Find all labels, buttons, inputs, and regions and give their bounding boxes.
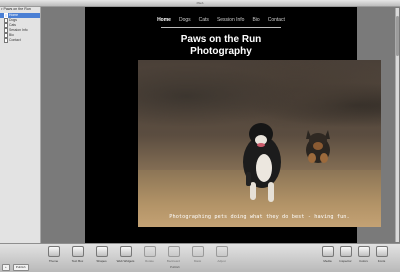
- page-icon: [4, 38, 8, 43]
- colors-button[interactable]: Colors: [356, 246, 371, 263]
- media-icon: [321, 246, 334, 257]
- page-title[interactable]: Paws on the Run Photography: [85, 34, 357, 58]
- inspector-icon: [339, 246, 352, 257]
- disclosure-triangle-icon[interactable]: ▾: [1, 7, 3, 12]
- tool-label: Inspector: [339, 259, 352, 263]
- mask-icon: [191, 246, 204, 257]
- shapes-icon: [95, 246, 108, 257]
- sidebar-item-label: Contact: [9, 38, 21, 42]
- tool-label: Colors: [359, 259, 368, 263]
- web-widgets-icon: [119, 246, 132, 257]
- tool-label: Adjust: [217, 259, 226, 263]
- title-line-2: Photography: [190, 46, 252, 57]
- status-text: Publish: [170, 265, 180, 269]
- editing-canvas[interactable]: Home Dogs Cats Session Info Bio Contact …: [41, 7, 400, 243]
- shapes-button[interactable]: Shapes: [93, 246, 110, 263]
- fonts-button[interactable]: Fonts: [374, 246, 389, 263]
- tool-label: Shapes: [96, 259, 107, 263]
- theme-button[interactable]: Theme: [45, 246, 62, 263]
- tool-label: Backward: [166, 259, 181, 263]
- scrollbar-thumb[interactable]: [396, 16, 399, 56]
- running-dog-small: [306, 130, 330, 163]
- window-titlebar: iWeb: [0, 0, 400, 7]
- toolbar-left-group: + Publish: [2, 264, 29, 271]
- tool-label: Rotate: [145, 259, 154, 263]
- nav-link-bio[interactable]: Bio: [251, 16, 260, 24]
- backward-button[interactable]: Backward: [165, 246, 182, 263]
- toolbar-tools: Theme Text Box Shapes Web Widgets Rotate…: [45, 246, 230, 263]
- site-name: Paws on the Run: [3, 7, 31, 11]
- media-button[interactable]: Media: [320, 246, 335, 263]
- web-widgets-button[interactable]: Web Widgets: [117, 246, 134, 263]
- mask-button[interactable]: Mask: [189, 246, 206, 263]
- rotate-button[interactable]: Rotate: [141, 246, 158, 263]
- adjust-button[interactable]: Adjust: [213, 246, 230, 263]
- add-page-button[interactable]: +: [2, 264, 10, 271]
- site-row[interactable]: ▾ Paws on the Run: [0, 7, 40, 12]
- adjust-icon: [215, 246, 228, 257]
- navigation-bar: Home Dogs Cats Session Info Bio Contact: [85, 16, 357, 24]
- nav-divider: [161, 27, 281, 28]
- toolbar-right-group: Media Inspector Colors Fonts: [320, 246, 389, 263]
- bottom-toolbar: + Publish Theme Text Box Shapes Web Widg…: [0, 243, 400, 272]
- web-page[interactable]: Home Dogs Cats Session Info Bio Contact …: [85, 7, 381, 243]
- site-organizer-sidebar: ▾ Paws on the Run Home Dogs Cats Session…: [0, 7, 41, 243]
- tool-label: Mask: [193, 259, 202, 263]
- text-box-icon: [71, 246, 84, 257]
- title-line-1: Paws on the Run: [180, 34, 262, 45]
- tool-label: Theme: [48, 259, 59, 263]
- theme-icon: [47, 246, 60, 257]
- publish-button[interactable]: Publish: [12, 264, 29, 271]
- hero-photo[interactable]: Photographing pets doing what they do be…: [138, 60, 381, 227]
- tool-label: Media: [323, 259, 332, 263]
- fonts-icon: [375, 246, 388, 257]
- nav-link-home[interactable]: Home: [156, 16, 172, 24]
- photo-caption[interactable]: Photographing pets doing what they do be…: [138, 214, 381, 220]
- nav-link-cats[interactable]: Cats: [198, 16, 210, 24]
- sidebar-item-contact[interactable]: Contact: [0, 38, 40, 43]
- tool-label: Fonts: [377, 259, 386, 263]
- inspector-button[interactable]: Inspector: [338, 246, 353, 263]
- colors-icon: [357, 246, 370, 257]
- nav-link-contact[interactable]: Contact: [267, 16, 286, 24]
- backward-icon: [167, 246, 180, 257]
- running-dog-large: [243, 123, 281, 202]
- text-box-button[interactable]: Text Box: [69, 246, 86, 263]
- page-list: Home Dogs Cats Session Info Bio Contact: [0, 13, 40, 43]
- window-title: iWeb: [196, 1, 204, 5]
- tool-label: Web Widgets: [116, 259, 135, 263]
- vertical-scrollbar[interactable]: [395, 8, 399, 242]
- nav-link-session-info[interactable]: Session Info: [216, 16, 246, 24]
- nav-link-dogs[interactable]: Dogs: [178, 16, 192, 24]
- tool-label: Text Box: [71, 259, 84, 263]
- rotate-icon: [143, 246, 156, 257]
